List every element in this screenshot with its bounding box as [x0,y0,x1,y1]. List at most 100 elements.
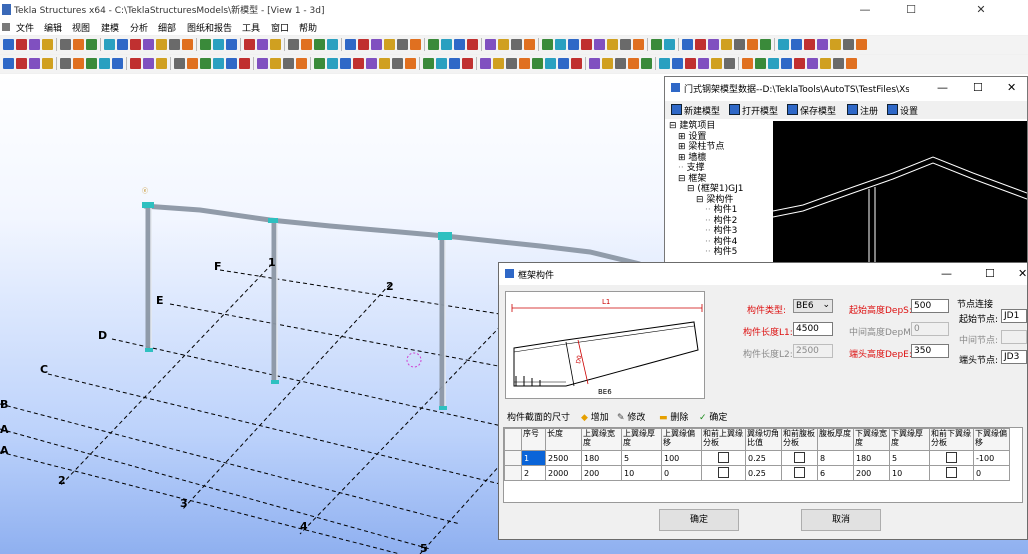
checkbox-cell[interactable] [929,450,974,466]
table-cell[interactable]: 0.25 [745,450,782,466]
standard-tool-icon[interactable] [384,39,395,50]
standard-tool-icon[interactable] [581,39,592,50]
standard-tool-icon[interactable] [454,39,465,50]
tree-node[interactable]: ⊞ 墙檩 [667,153,771,164]
expand-icon[interactable]: ⊞ [678,142,688,152]
modeling-tool-icon[interactable] [672,58,683,69]
modeling-tool-icon[interactable] [742,58,753,69]
confirm-button[interactable]: 确定 [659,509,739,531]
column-header[interactable]: 序号 [521,428,546,451]
checkbox[interactable] [794,451,805,463]
modeling-tool-icon[interactable] [685,58,696,69]
modeling-tool-icon[interactable] [449,58,460,69]
modeling-tool-icon[interactable] [807,58,818,69]
modeling-tool-icon[interactable] [327,58,338,69]
modeling-tool-icon[interactable] [42,58,53,69]
menu-tools[interactable]: 工具 [242,21,260,34]
standard-tool-icon[interactable] [410,39,421,50]
standard-tool-icon[interactable] [42,39,53,50]
save-model-button[interactable]: 保存模型 [787,104,836,117]
standard-tool-icon[interactable] [314,39,325,50]
standard-tool-icon[interactable] [3,39,14,50]
tree-node[interactable]: ·· 支撑 [667,163,771,174]
column-header[interactable]: 长度 [545,428,582,451]
standard-tool-icon[interactable] [301,39,312,50]
standard-tool-icon[interactable] [441,39,452,50]
table-cell[interactable]: 2500 [545,450,582,466]
modeling-tool-icon[interactable] [820,58,831,69]
modeling-tool-icon[interactable] [112,58,123,69]
standard-tool-icon[interactable] [485,39,496,50]
standard-tool-icon[interactable] [117,39,128,50]
close-button[interactable]: ✕ [934,0,1028,20]
modeling-tool-icon[interactable] [423,58,434,69]
modeling-tool-icon[interactable] [366,58,377,69]
mid-height-input[interactable]: 0 [911,322,949,336]
modeling-tool-icon[interactable] [99,58,110,69]
modeling-tool-icon[interactable] [545,58,556,69]
menu-analysis[interactable]: 分析 [130,21,148,34]
table-cell[interactable]: 8 [817,450,854,466]
table-cell[interactable]: 2 [521,465,546,481]
standard-tool-icon[interactable] [721,39,732,50]
column-header[interactable]: 腹板厚度 [817,428,854,451]
standard-tool-icon[interactable] [734,39,745,50]
standard-tool-icon[interactable] [182,39,193,50]
standard-tool-icon[interactable] [708,39,719,50]
tree-node[interactable]: ·· 构件3 [667,226,771,237]
standard-tool-icon[interactable] [226,39,237,50]
modeling-tool-icon[interactable] [353,58,364,69]
param-maximize-button[interactable]: ☐ [973,81,983,94]
checkbox-cell[interactable] [701,450,746,466]
param-close-button[interactable]: ✕ [1007,81,1016,94]
modeling-tool-icon[interactable] [519,58,530,69]
apply-button[interactable]: ✓ 确定 [699,410,727,423]
modeling-tool-icon[interactable] [405,58,416,69]
end-node-input[interactable]: JD3 [1001,350,1027,364]
maximize-button[interactable]: ☐ [888,0,934,20]
tree-node[interactable]: ⊟ 建筑项目 [667,121,771,132]
table-cell[interactable]: 0 [973,465,1010,481]
column-header[interactable]: 上翼缘宽度 [581,428,622,451]
checkbox[interactable] [718,451,729,463]
menu-window[interactable]: 窗口 [271,21,289,34]
standard-tool-icon[interactable] [856,39,867,50]
modeling-tool-icon[interactable] [60,58,71,69]
table-cell[interactable]: -100 [973,450,1010,466]
standard-tool-icon[interactable] [270,39,281,50]
standard-tool-icon[interactable] [257,39,268,50]
checkbox[interactable] [946,466,957,478]
standard-tool-icon[interactable] [791,39,802,50]
table-cell[interactable]: 200 [853,465,890,481]
modeling-tool-icon[interactable] [846,58,857,69]
checkbox[interactable] [794,466,805,478]
standard-tool-icon[interactable] [397,39,408,50]
start-node-input[interactable]: JD1 [1001,309,1027,323]
collapse-icon[interactable]: ⊟ [669,121,679,131]
open-model-button[interactable]: 打开模型 [729,104,778,117]
standard-tool-icon[interactable] [542,39,553,50]
standard-tool-icon[interactable] [156,39,167,50]
standard-tool-icon[interactable] [817,39,828,50]
table-row[interactable]: 1 2500 180 5 100 0.25 8 180 5 -100 [504,450,1010,466]
modeling-tool-icon[interactable] [794,58,805,69]
table-cell[interactable]: 2000 [545,465,582,481]
modeling-tool-icon[interactable] [768,58,779,69]
menu-drawings-reports[interactable]: 图纸和报告 [187,21,232,34]
standard-tool-icon[interactable] [73,39,84,50]
modeling-tool-icon[interactable] [615,58,626,69]
column-header[interactable]: 和前上翼缘分板 [701,428,746,451]
menu-edit[interactable]: 编辑 [44,21,62,34]
column-header[interactable]: 上翼缘厚度 [621,428,662,451]
standard-tool-icon[interactable] [371,39,382,50]
modeling-tool-icon[interactable] [532,58,543,69]
standard-tool-icon[interactable] [428,39,439,50]
modeling-tool-icon[interactable] [589,58,600,69]
tree-node[interactable]: ⊟ 梁构件 [667,195,771,206]
modeling-tool-icon[interactable] [213,58,224,69]
table-row[interactable]: 2 2000 200 10 0 0.25 6 200 10 0 [504,465,1010,481]
tree-node[interactable]: ·· 构件5 [667,247,771,258]
standard-tool-icon[interactable] [804,39,815,50]
standard-tool-icon[interactable] [620,39,631,50]
modeling-tool-icon[interactable] [283,58,294,69]
